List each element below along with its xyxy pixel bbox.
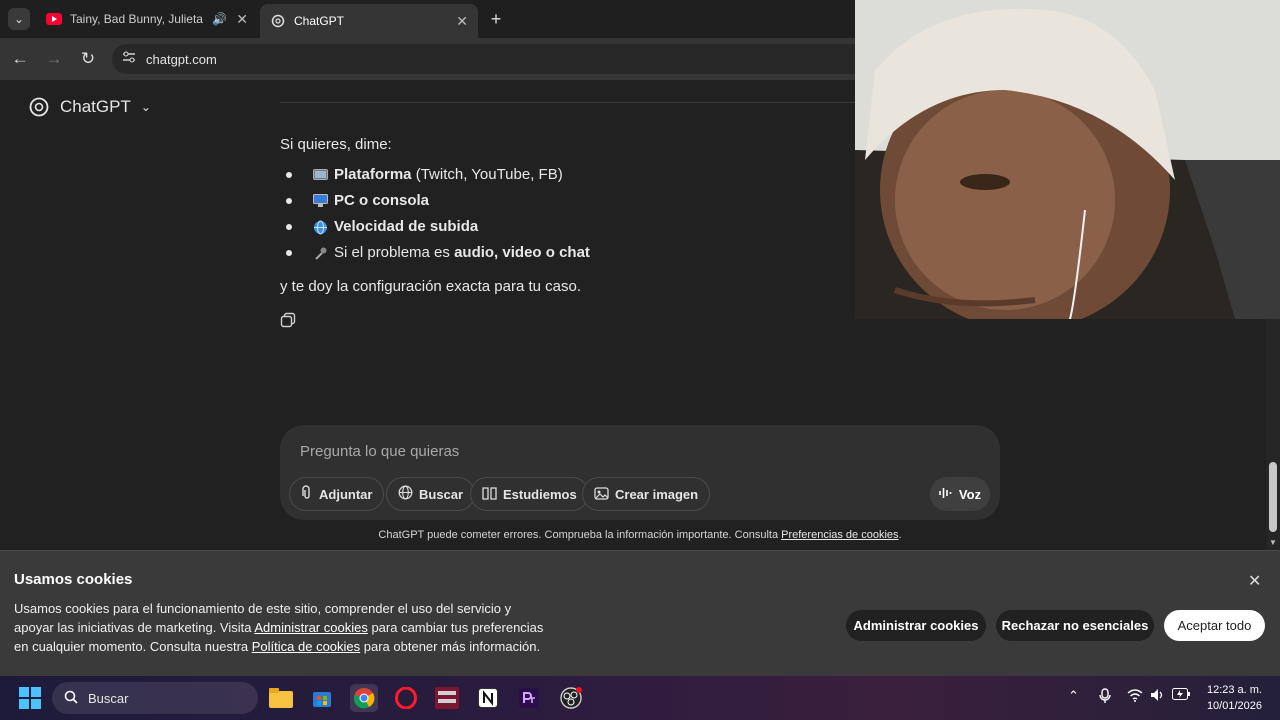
taskbar: Buscar ⌃ 12:23 a. m. 10/01/2026 <box>0 676 1280 720</box>
list-item: PC o consola <box>280 188 880 214</box>
model-selector[interactable]: ChatGPT ⌄ <box>28 96 151 118</box>
prompt-input[interactable]: Pregunta lo que quieras <box>300 443 459 460</box>
image-icon <box>594 486 609 503</box>
globe-icon <box>398 485 413 503</box>
tab-youtube[interactable]: Tainy, Bad Bunny, Julieta Ve 🔊 ✕ <box>36 4 258 34</box>
tab-chatgpt[interactable]: ChatGPT ✕ <box>260 4 478 38</box>
brand-title: ChatGPT <box>60 97 131 116</box>
close-icon[interactable]: ✕ <box>1248 571 1261 591</box>
message-intro: Si quieres, dime: <box>280 136 392 153</box>
search-icon <box>64 690 78 707</box>
create-image-button[interactable]: Crear imagen <box>582 477 711 511</box>
close-tab-icon[interactable]: ✕ <box>236 11 248 28</box>
search-button[interactable]: Buscar <box>386 477 476 511</box>
divider <box>280 102 880 103</box>
chevron-up-icon[interactable]: ⌃ <box>1068 688 1079 704</box>
volume-icon[interactable] <box>1150 688 1166 705</box>
cookie-preferences-link[interactable]: Preferencias de cookies <box>781 529 898 541</box>
chrome-icon[interactable] <box>350 684 378 712</box>
system-clock[interactable]: 12:23 a. m. 10/01/2026 <box>1200 682 1262 714</box>
copy-icon[interactable] <box>280 312 298 330</box>
site-info-icon[interactable] <box>122 50 136 68</box>
reject-cookies-button[interactable]: Rechazar no esenciales <box>996 610 1154 641</box>
message-list: Plataforma (Twitch, YouTube, FB) PC o co… <box>280 162 880 266</box>
opera-icon[interactable] <box>392 684 420 712</box>
wifi-icon[interactable] <box>1127 688 1143 705</box>
tv-icon <box>312 167 328 183</box>
new-tab-button[interactable]: + <box>486 9 506 29</box>
study-button[interactable]: Estudiemos <box>470 477 589 511</box>
voicemeeter-icon[interactable] <box>433 684 461 712</box>
tab-search-button[interactable]: ⌄ <box>8 8 30 30</box>
disclaimer: ChatGPT puede cometer errores. Comprueba… <box>378 529 902 541</box>
youtube-icon <box>46 11 62 27</box>
scroll-down-arrow-icon[interactable]: ▼ <box>1269 538 1277 547</box>
computer-icon <box>312 193 328 209</box>
scrollbar-thumb[interactable] <box>1269 462 1277 532</box>
battery-icon[interactable] <box>1172 688 1190 703</box>
url-text: chatgpt.com <box>146 51 217 67</box>
obs-icon[interactable] <box>557 684 585 712</box>
paperclip-icon <box>301 485 313 503</box>
store-icon[interactable] <box>308 684 336 712</box>
globe-icon <box>312 219 328 235</box>
notion-icon[interactable] <box>474 684 502 712</box>
cookie-text: Usamos cookies para el funcionamiento de… <box>14 601 544 654</box>
cookie-title: Usamos cookies <box>14 571 133 588</box>
windows-start-icon[interactable] <box>16 684 44 712</box>
list-item: Si el problema es audio, video o chat <box>280 240 880 266</box>
assistant-message: Si quieres, dime: Plataforma (Twitch, Yo… <box>280 132 880 300</box>
taskbar-search[interactable]: Buscar <box>52 682 258 714</box>
microphone-icon[interactable] <box>1099 688 1111 707</box>
reload-icon[interactable]: ↻ <box>77 48 99 70</box>
webcam-overlay <box>855 0 1280 319</box>
speaker-icon[interactable]: 🔊 <box>212 12 227 26</box>
openai-icon <box>270 13 286 29</box>
composer: Pregunta lo que quieras Adjuntar Buscar … <box>280 425 1000 520</box>
book-icon <box>482 486 497 503</box>
address-bar[interactable]: chatgpt.com <box>112 44 872 74</box>
waveform-icon <box>939 487 953 502</box>
file-explorer-icon[interactable] <box>267 684 295 712</box>
back-arrow-icon[interactable]: ← <box>9 48 31 70</box>
voice-button[interactable]: Voz <box>930 477 990 511</box>
chevron-down-icon: ⌄ <box>140 100 151 114</box>
premiere-icon[interactable] <box>515 684 543 712</box>
forward-arrow-icon[interactable]: → <box>43 48 65 70</box>
manage-cookies-link[interactable]: Administrar cookies <box>254 620 367 635</box>
cookie-banner: Usamos cookies Usamos cookies para el fu… <box>0 550 1280 676</box>
accept-cookies-button[interactable]: Aceptar todo <box>1164 610 1265 641</box>
close-tab-icon[interactable]: ✕ <box>456 13 468 30</box>
manage-cookies-button[interactable]: Administrar cookies <box>846 610 986 641</box>
microphone-icon <box>312 245 328 261</box>
message-outro: y te doy la configuración exacta para tu… <box>280 278 582 295</box>
tab-title: Tainy, Bad Bunny, Julieta Ve <box>70 12 206 26</box>
list-item: Velocidad de subida <box>280 214 880 240</box>
attach-button[interactable]: Adjuntar <box>289 477 385 511</box>
openai-logo-icon <box>29 97 49 117</box>
tab-title: ChatGPT <box>294 14 345 28</box>
cookie-policy-link[interactable]: Política de cookies <box>252 639 360 654</box>
list-item: Plataforma (Twitch, YouTube, FB) <box>280 162 880 188</box>
